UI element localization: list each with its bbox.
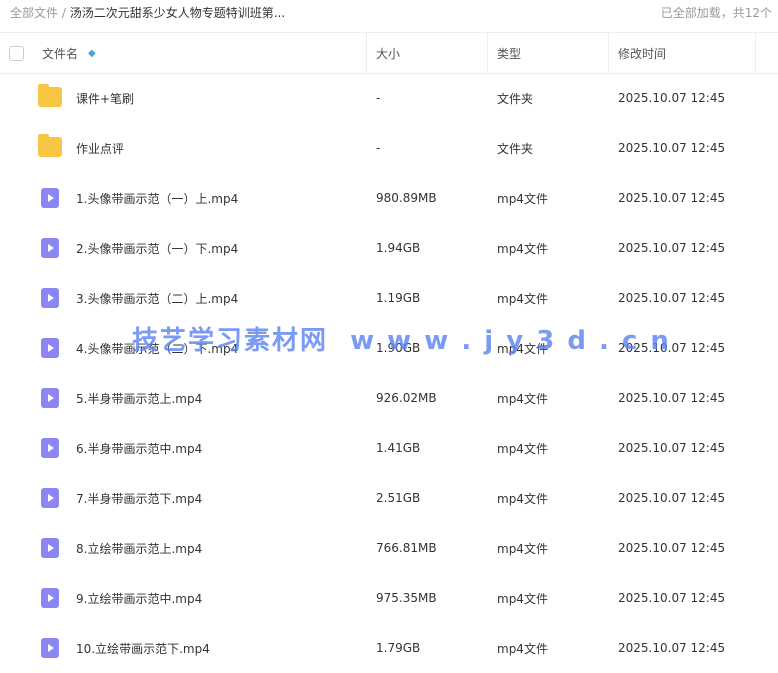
- file-size: 1.19GB: [376, 291, 421, 305]
- column-size[interactable]: 大小: [376, 33, 400, 73]
- file-name[interactable]: 9.立绘带画示范中.mp4: [76, 573, 202, 623]
- file-modified: 2025.10.07 12:45: [618, 241, 726, 255]
- file-modified: 2025.10.07 12:45: [618, 441, 726, 455]
- file-size: 1.79GB: [376, 641, 421, 655]
- breadcrumb-current: 汤汤二次元甜系少女人物专题特训班第...: [69, 5, 286, 20]
- file-size: 975.35MB: [376, 591, 437, 605]
- table-header: 文件名 ◆ 大小 类型 修改时间: [0, 32, 778, 74]
- file-size: 1.41GB: [376, 441, 421, 455]
- sort-ascending-icon[interactable]: ◆: [88, 48, 96, 59]
- file-modified: 2025.10.07 12:45: [618, 91, 726, 105]
- file-modified: 2025.10.07 12:45: [618, 541, 726, 555]
- watermark: 技艺学习素材网 w w w . j y 3 d . c n: [132, 326, 671, 356]
- column-name[interactable]: 文件名 ◆: [42, 33, 96, 73]
- top-bar: 全部文件 / 汤汤二次元甜系少女人物专题特训班第... 已全部加载，共12个: [0, 0, 778, 24]
- file-type: mp4文件: [497, 641, 548, 656]
- video-file-icon: [41, 638, 59, 658]
- file-name[interactable]: 10.立绘带画示范下.mp4: [76, 623, 210, 673]
- file-modified: 2025.10.07 12:45: [618, 491, 726, 505]
- file-modified: 2025.10.07 12:45: [618, 641, 726, 655]
- file-type: mp4文件: [497, 491, 548, 506]
- video-file-icon: [41, 238, 59, 258]
- file-modified: 2025.10.07 12:45: [618, 141, 726, 155]
- column-type[interactable]: 类型: [497, 33, 521, 73]
- file-name[interactable]: 2.头像带画示范（一）下.mp4: [76, 223, 238, 273]
- file-name[interactable]: 课件+笔刷: [76, 73, 134, 123]
- file-modified: 2025.10.07 12:45: [618, 391, 726, 405]
- file-type: mp4文件: [497, 541, 548, 556]
- video-file-icon: [41, 488, 59, 508]
- select-all-checkbox[interactable]: [9, 46, 24, 61]
- file-size: 980.89MB: [376, 191, 437, 205]
- file-name[interactable]: 6.半身带画示范中.mp4: [76, 423, 202, 473]
- video-file-icon: [41, 438, 59, 458]
- file-row[interactable]: 6.半身带画示范中.mp4 1.41GB mp4文件 2025.10.07 12…: [0, 423, 778, 473]
- file-type: mp4文件: [497, 191, 548, 206]
- file-row[interactable]: 2.头像带画示范（一）下.mp4 1.94GB mp4文件 2025.10.07…: [0, 223, 778, 273]
- column-name-label: 文件名: [42, 46, 79, 61]
- load-status: 已全部加载，共12个: [660, 5, 772, 20]
- breadcrumb: 全部文件 / 汤汤二次元甜系少女人物专题特训班第...: [10, 4, 285, 21]
- video-file-icon: [41, 388, 59, 408]
- file-size: -: [376, 91, 381, 105]
- file-modified: 2025.10.07 12:45: [618, 591, 726, 605]
- file-type: mp4文件: [497, 291, 548, 306]
- file-name[interactable]: 1.头像带画示范（一）上.mp4: [76, 173, 238, 223]
- video-file-icon: [41, 588, 59, 608]
- file-row[interactable]: 作业点评 - 文件夹 2025.10.07 12:45: [0, 123, 778, 173]
- file-row[interactable]: 课件+笔刷 - 文件夹 2025.10.07 12:45: [0, 73, 778, 123]
- file-type: mp4文件: [497, 391, 548, 406]
- file-size: 2.51GB: [376, 491, 421, 505]
- file-modified: 2025.10.07 12:45: [618, 191, 726, 205]
- file-name[interactable]: 7.半身带画示范下.mp4: [76, 473, 202, 523]
- column-modified[interactable]: 修改时间: [618, 33, 666, 73]
- file-row[interactable]: 5.半身带画示范上.mp4 926.02MB mp4文件 2025.10.07 …: [0, 373, 778, 423]
- breadcrumb-separator: /: [58, 5, 70, 20]
- folder-icon: [38, 84, 62, 107]
- file-size: 926.02MB: [376, 391, 437, 405]
- file-row[interactable]: 8.立绘带画示范上.mp4 766.81MB mp4文件 2025.10.07 …: [0, 523, 778, 573]
- file-name[interactable]: 5.半身带画示范上.mp4: [76, 373, 202, 423]
- video-file-icon: [41, 288, 59, 308]
- file-type: mp4文件: [497, 591, 548, 606]
- file-size: 1.94GB: [376, 241, 421, 255]
- file-modified: 2025.10.07 12:45: [618, 291, 726, 305]
- file-name[interactable]: 3.头像带画示范（二）上.mp4: [76, 273, 238, 323]
- video-file-icon: [41, 338, 59, 358]
- file-size: 766.81MB: [376, 541, 437, 555]
- file-name[interactable]: 作业点评: [76, 123, 124, 173]
- file-type: mp4文件: [497, 241, 548, 256]
- file-row[interactable]: 1.头像带画示范（一）上.mp4 980.89MB mp4文件 2025.10.…: [0, 173, 778, 223]
- file-type: 文件夹: [497, 141, 534, 156]
- file-row[interactable]: 9.立绘带画示范中.mp4 975.35MB mp4文件 2025.10.07 …: [0, 573, 778, 623]
- file-row[interactable]: 10.立绘带画示范下.mp4 1.79GB mp4文件 2025.10.07 1…: [0, 623, 778, 673]
- folder-icon: [38, 134, 62, 157]
- file-row[interactable]: 3.头像带画示范（二）上.mp4 1.19GB mp4文件 2025.10.07…: [0, 273, 778, 323]
- file-name[interactable]: 8.立绘带画示范上.mp4: [76, 523, 202, 573]
- file-type: mp4文件: [497, 441, 548, 456]
- file-size: -: [376, 141, 381, 155]
- breadcrumb-root[interactable]: 全部文件: [10, 6, 58, 20]
- video-file-icon: [41, 538, 59, 558]
- video-file-icon: [41, 188, 59, 208]
- file-type: 文件夹: [497, 91, 534, 106]
- file-row[interactable]: 7.半身带画示范下.mp4 2.51GB mp4文件 2025.10.07 12…: [0, 473, 778, 523]
